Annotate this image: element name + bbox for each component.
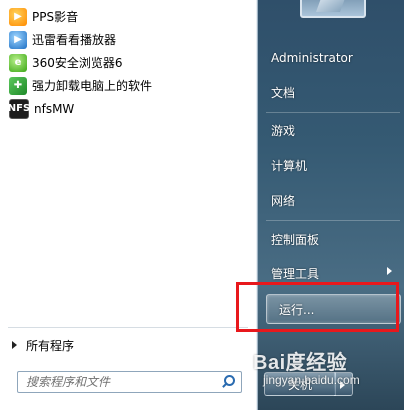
program-item-nfsmw[interactable]: NFS nfsMW [6,97,251,120]
submenu-arrow-icon [387,267,392,275]
menu-separator [266,220,400,221]
menu-item-control-panel[interactable]: 控制面板 [271,229,319,249]
user-picture[interactable] [300,0,366,18]
program-label: 迅雷看看播放器 [32,33,117,47]
program-label: PPS影音 [32,10,79,24]
all-programs-label: 所有程序 [26,338,75,353]
xunlei-player-icon: ▶ [9,30,27,49]
nfsmw-icon: NFS [8,98,30,119]
uninstall-icon: ✚ [9,76,27,95]
program-item-uninstall[interactable]: ✚ 强力卸载电脑上的软件 [6,74,251,97]
search-input[interactable] [18,373,220,391]
divider [8,327,248,328]
menu-separator [266,112,400,113]
search-icon[interactable] [220,373,238,391]
menu-item-network[interactable]: 网络 [271,190,295,210]
menu-item-administrator[interactable]: Administrator [271,48,353,68]
menu-item-computer[interactable]: 计算机 [271,155,307,175]
chevron-right-icon [12,341,17,349]
program-item-xunlei[interactable]: ▶ 迅雷看看播放器 [6,28,251,51]
highlight-annotation-box [236,282,399,332]
program-item-pps[interactable]: ▶ PPS影音 [6,5,251,28]
search-box [17,371,242,393]
program-label: 强力卸载电脑上的软件 [32,79,153,93]
program-label: 360安全浏览器6 [32,56,123,70]
program-label: nfsMW [34,101,75,116]
browser-360-icon: e [9,53,27,72]
watermark-brand: Bai度经验 [253,352,348,374]
watermark-site: jingyan.baidu.com [263,373,360,387]
menu-item-documents[interactable]: 文档 [271,82,295,102]
pinned-programs-list: ▶ PPS影音 ▶ 迅雷看看播放器 e 360安全浏览器6 ✚ 强力卸载电脑上的… [6,5,251,120]
program-item-360-browser[interactable]: e 360安全浏览器6 [6,51,251,74]
menu-item-games[interactable]: 游戏 [271,120,295,140]
menu-item-admin-tools[interactable]: 管理工具 [271,263,319,283]
programs-panel: ▶ PPS影音 ▶ 迅雷看看播放器 e 360安全浏览器6 ✚ 强力卸载电脑上的… [0,0,258,410]
pps-icon: ▶ [9,7,27,26]
all-programs-button[interactable]: 所有程序 [12,336,74,354]
